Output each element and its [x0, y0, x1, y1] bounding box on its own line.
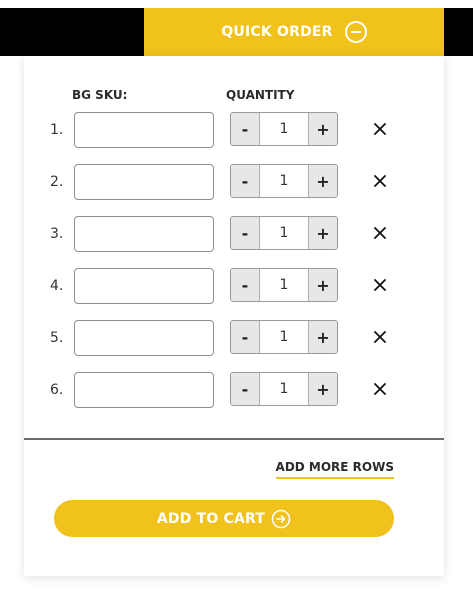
row-number: 5.: [50, 330, 64, 346]
close-icon[interactable]: [371, 224, 389, 242]
row-number: 4.: [50, 278, 64, 294]
order-row: 6. - 1 +: [24, 372, 444, 424]
sku-input[interactable]: [74, 216, 214, 252]
close-icon[interactable]: [371, 172, 389, 190]
sku-input[interactable]: [74, 112, 214, 148]
sku-input[interactable]: [74, 320, 214, 356]
close-icon[interactable]: [371, 276, 389, 294]
order-row: 2. - 1 +: [24, 164, 444, 216]
sku-input[interactable]: [74, 372, 214, 408]
quantity-value[interactable]: 1: [260, 269, 308, 301]
quantity-stepper: - 1 +: [230, 164, 338, 198]
quantity-stepper: - 1 +: [230, 216, 338, 250]
quantity-value[interactable]: 1: [260, 373, 308, 405]
decrement-button[interactable]: -: [231, 113, 260, 145]
close-icon[interactable]: [371, 328, 389, 346]
quantity-stepper: - 1 +: [230, 320, 338, 354]
quantity-stepper: - 1 +: [230, 112, 338, 146]
row-number: 1.: [50, 122, 64, 138]
increment-button[interactable]: +: [308, 217, 337, 249]
sku-column-header: BG SKU:: [72, 88, 128, 102]
sku-input[interactable]: [74, 164, 214, 200]
quantity-stepper: - 1 +: [230, 372, 338, 406]
increment-button[interactable]: +: [308, 165, 337, 197]
arrow-right-circle-icon: [271, 509, 291, 528]
increment-button[interactable]: +: [308, 321, 337, 353]
quantity-stepper: - 1 +: [230, 268, 338, 302]
add-to-cart-button[interactable]: ADD TO CART: [54, 500, 394, 537]
quantity-value[interactable]: 1: [260, 321, 308, 353]
order-row: 5. - 1 +: [24, 320, 444, 372]
row-number: 3.: [50, 226, 64, 242]
increment-button[interactable]: +: [308, 269, 337, 301]
column-headers: BG SKU: QUANTITY: [72, 88, 402, 106]
collapse-circle-minus-icon: [344, 21, 367, 43]
sku-input[interactable]: [74, 268, 214, 304]
divider: [24, 438, 444, 440]
close-icon[interactable]: [371, 380, 389, 398]
quantity-column-header: QUANTITY: [226, 88, 295, 102]
add-more-rows-link[interactable]: ADD MORE ROWS: [275, 460, 394, 479]
increment-button[interactable]: +: [308, 373, 337, 405]
quick-order-widget: QUICK ORDER BG SKU: QUANTITY 1. - 1 + 2.…: [0, 0, 473, 591]
increment-button[interactable]: +: [308, 113, 337, 145]
order-row: 1. - 1 +: [24, 112, 444, 164]
quick-order-title: QUICK ORDER: [221, 24, 333, 40]
decrement-button[interactable]: -: [231, 217, 260, 249]
decrement-button[interactable]: -: [231, 373, 260, 405]
order-row: 3. - 1 +: [24, 216, 444, 268]
decrement-button[interactable]: -: [231, 165, 260, 197]
order-row: 4. - 1 +: [24, 268, 444, 320]
order-rows: 1. - 1 + 2. - 1 + 3. - 1 + 4. - 1 + 5. -…: [24, 112, 444, 424]
quantity-value[interactable]: 1: [260, 217, 308, 249]
decrement-button[interactable]: -: [231, 321, 260, 353]
close-icon[interactable]: [371, 120, 389, 138]
quick-order-toggle[interactable]: QUICK ORDER: [144, 8, 444, 56]
quick-order-panel: BG SKU: QUANTITY 1. - 1 + 2. - 1 + 3. - …: [24, 56, 444, 576]
row-number: 6.: [50, 382, 64, 398]
decrement-button[interactable]: -: [231, 269, 260, 301]
quantity-value[interactable]: 1: [260, 113, 308, 145]
quantity-value[interactable]: 1: [260, 165, 308, 197]
add-to-cart-label: ADD TO CART: [156, 510, 266, 527]
row-number: 2.: [50, 174, 64, 190]
